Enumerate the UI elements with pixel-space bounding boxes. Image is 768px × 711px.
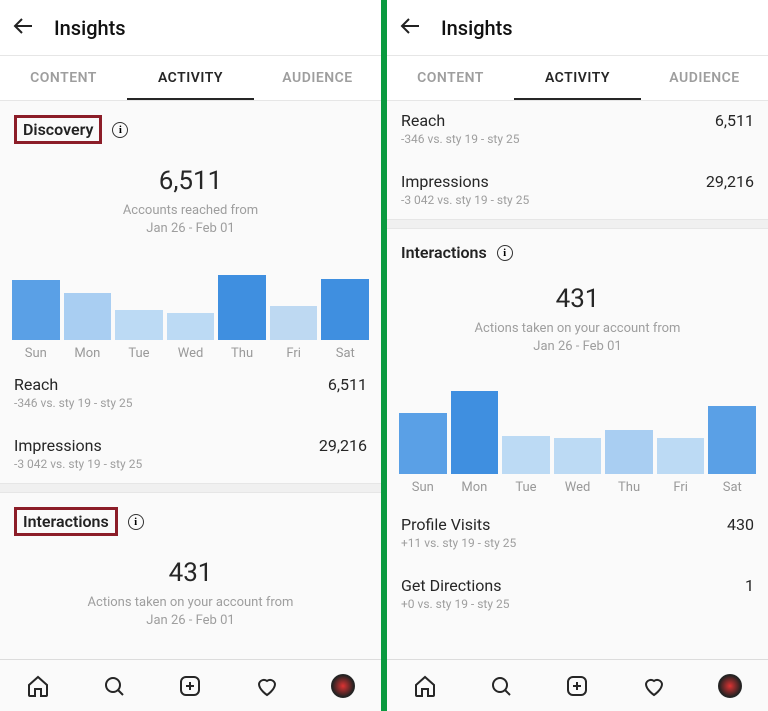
reach-label: Reach (14, 375, 58, 394)
discovery-highlight: Discovery (14, 115, 102, 144)
chart-day-label: Thu (231, 346, 253, 361)
interactions-value: 431 (387, 284, 768, 314)
tab-content[interactable]: CONTENT (387, 56, 514, 100)
page-title: Insights (441, 16, 513, 40)
chart-bar: Fri (270, 270, 318, 361)
chart-day-label: Mon (461, 480, 487, 495)
body[interactable]: Discovery i 6,511 Accounts reached from … (0, 101, 381, 711)
body[interactable]: Reach 6,511 -346 vs. sty 19 - sty 25 Imp… (387, 101, 768, 711)
profile-visits-label: Profile Visits (401, 515, 490, 534)
back-arrow-icon[interactable] (12, 14, 36, 42)
bottom-tabbar (387, 659, 768, 711)
impressions-value: 29,216 (319, 436, 367, 455)
profile-visits-value: 430 (727, 515, 754, 534)
tab-activity[interactable]: ACTIVITY (514, 56, 641, 100)
tab-activity[interactable]: ACTIVITY (127, 56, 254, 100)
impressions-label: Impressions (14, 436, 102, 455)
heart-icon[interactable] (641, 673, 667, 699)
discovery-desc: Accounts reached from Jan 26 - Feb 01 (0, 202, 381, 237)
chart-day-label: Mon (74, 346, 100, 361)
reach-label: Reach (401, 111, 445, 130)
page-title: Insights (54, 16, 126, 40)
home-icon[interactable] (25, 673, 51, 699)
section-label-interactions: Interactions (23, 512, 109, 531)
chart-bar: Mon (64, 270, 112, 361)
discovery-chart: Sun Mon Tue Wed Thu Fri Sat (0, 261, 381, 361)
tab-audience[interactable]: AUDIENCE (641, 56, 768, 100)
bottom-tabbar (0, 659, 381, 711)
interactions-desc: Actions taken on your account from Jan 2… (387, 320, 768, 355)
chart-bar: Mon (451, 389, 499, 495)
chart-day-label: Tue (515, 480, 536, 495)
section-label-interactions: Interactions (401, 243, 487, 262)
impressions-sub: -3 042 vs. sty 19 - sty 25 (0, 455, 381, 483)
tab-content[interactable]: CONTENT (0, 56, 127, 100)
chart-day-label: Fri (673, 480, 688, 495)
chart-bar: Fri (657, 389, 705, 495)
chart-bar: Wed (167, 270, 215, 361)
chart-bar: Sun (399, 389, 447, 495)
chart-day-label: Wed (178, 346, 204, 361)
impressions-label: Impressions (401, 172, 489, 191)
chart-day-label: Sun (412, 480, 434, 495)
interactions-chart: Sun Mon Tue Wed Thu Fri Sat (387, 375, 768, 495)
add-post-icon[interactable] (177, 673, 203, 699)
header: Insights (387, 0, 768, 56)
chart-bar: Tue (115, 270, 163, 361)
chart-bar: Wed (554, 389, 602, 495)
interactions-highlight: Interactions (14, 507, 118, 536)
chart-day-label: Sun (25, 346, 47, 361)
search-icon[interactable] (101, 673, 127, 699)
tabs: CONTENT ACTIVITY AUDIENCE (0, 56, 381, 101)
back-arrow-icon[interactable] (399, 14, 423, 42)
impressions-value: 29,216 (706, 172, 754, 191)
info-icon[interactable]: i (128, 514, 144, 530)
heart-icon[interactable] (254, 673, 280, 699)
interactions-desc: Actions taken on your account from Jan 2… (0, 594, 381, 629)
chart-day-label: Sat (336, 346, 355, 361)
chart-day-label: Fri (286, 346, 301, 361)
impressions-sub: -3 042 vs. sty 19 - sty 25 (387, 191, 768, 219)
chart-bar: Tue (502, 389, 550, 495)
interactions-value: 431 (0, 558, 381, 588)
section-divider (387, 219, 768, 229)
profile-avatar-icon[interactable] (330, 673, 356, 699)
chart-day-label: Tue (128, 346, 149, 361)
chart-bar: Thu (605, 389, 653, 495)
profile-avatar-icon[interactable] (717, 673, 743, 699)
info-icon[interactable]: i (112, 122, 128, 138)
left-pane: Insights CONTENT ACTIVITY AUDIENCE Disco… (0, 0, 381, 711)
get-directions-label: Get Directions (401, 576, 501, 595)
tabs: CONTENT ACTIVITY AUDIENCE (387, 56, 768, 101)
chart-bar: Sun (12, 270, 60, 361)
section-divider (0, 483, 381, 493)
tab-audience[interactable]: AUDIENCE (254, 56, 381, 100)
right-pane: Insights CONTENT ACTIVITY AUDIENCE Reach… (387, 0, 768, 711)
info-icon[interactable]: i (497, 245, 513, 261)
chart-day-label: Wed (565, 480, 591, 495)
get-directions-value: 1 (745, 576, 754, 595)
home-icon[interactable] (412, 673, 438, 699)
chart-day-label: Thu (618, 480, 640, 495)
reach-value: 6,511 (328, 375, 367, 394)
section-label-discovery: Discovery (23, 120, 93, 139)
reach-value: 6,511 (715, 111, 754, 130)
reach-sub: -346 vs. sty 19 - sty 25 (0, 394, 381, 422)
reach-sub: -346 vs. sty 19 - sty 25 (387, 130, 768, 158)
chart-bar: Sat (321, 270, 369, 361)
chart-bar: Thu (218, 270, 266, 361)
chart-day-label: Sat (723, 480, 742, 495)
profile-visits-sub: +11 vs. sty 19 - sty 25 (387, 534, 768, 562)
add-post-icon[interactable] (564, 673, 590, 699)
get-directions-sub: +0 vs. sty 19 - sty 25 (387, 595, 768, 623)
search-icon[interactable] (488, 673, 514, 699)
chart-bar: Sat (708, 389, 756, 495)
discovery-value: 6,511 (0, 166, 381, 196)
header: Insights (0, 0, 381, 56)
